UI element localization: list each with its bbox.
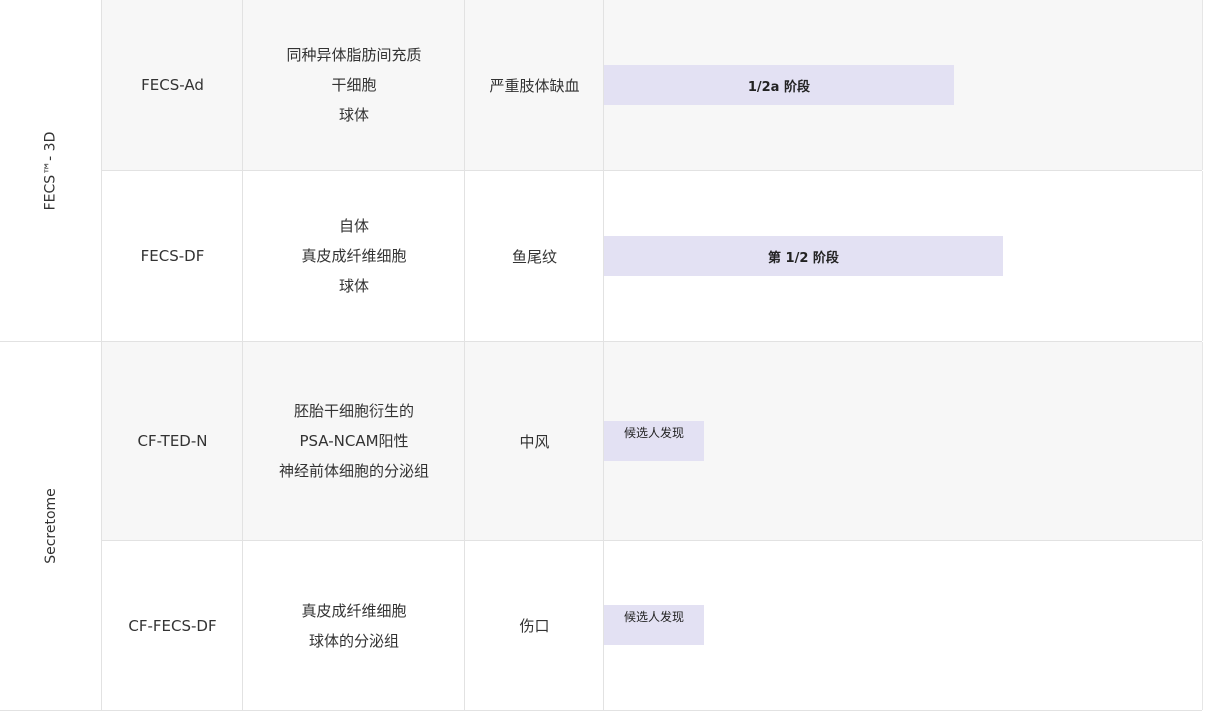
description-line: 神经前体细胞的分泌组: [278, 462, 429, 480]
product-description: 自体 真皮成纤维细胞 球体: [242, 171, 465, 341]
description-line: 真皮成纤维细胞: [301, 601, 407, 620]
product-description: 同种异体脂肪间充质 干细胞 球体: [242, 0, 465, 170]
product-code: CF-FECS-DF: [101, 541, 243, 710]
product-description: 胚胎干细胞衍生的 PSA-NCAM阳性 神经前体细胞的分泌组: [242, 342, 465, 540]
description-line: 真皮成纤维细胞: [301, 247, 407, 265]
indication: 中风: [464, 342, 604, 540]
table-row: CF-TED-N 胚胎干细胞衍生的 PSA-NCAM阳性 神经前体细胞的分泌组 …: [101, 342, 1203, 540]
table-row: CF-FECS-DF 真皮成纤维细胞 球体的分泌组 伤口 候选人发现: [101, 541, 1203, 710]
group-label-text: Secretome: [42, 488, 59, 564]
description-line: PSA-NCAM阳性: [299, 432, 409, 450]
table-row: FECS-Ad 同种异体脂肪间充质 干细胞 球体 严重肢体缺血 1/2a 阶段: [101, 0, 1203, 170]
stage-bar: 候选人发现: [604, 605, 705, 645]
indication: 严重肢体缺血: [464, 0, 604, 170]
progress-cell: 候选人发现: [603, 342, 1203, 540]
stage-bar: 1/2a 阶段: [604, 65, 954, 105]
description-line: 球体: [338, 277, 369, 295]
indication: 伤口: [464, 541, 604, 710]
description-line: 球体: [338, 106, 369, 124]
stage-label: 候选人发现: [624, 610, 685, 624]
stage-label: 第 1/2 阶段: [768, 250, 839, 266]
product-code: FECS-Ad: [101, 0, 243, 170]
description-line: 胚胎干细胞衍生的: [293, 402, 414, 420]
product-code: CF-TED-N: [101, 342, 243, 540]
stage-bar: 第 1/2 阶段: [604, 236, 1003, 276]
progress-cell: 候选人发现: [603, 541, 1203, 710]
group-label-secretome: Secretome: [0, 342, 101, 710]
stage-label: 1/2a 阶段: [747, 79, 810, 95]
group-label-fecs-3d: FECS™- 3D: [0, 0, 101, 341]
pipeline-table: FECS™- 3D Secretome FECS-Ad 同种异体脂肪间充质 干细…: [0, 0, 1205, 713]
group-label-text: FECS™- 3D: [42, 131, 59, 210]
table-row: FECS-DF 自体 真皮成纤维细胞 球体 鱼尾纹 第 1/2 阶段: [101, 171, 1203, 341]
stage-label: 候选人发现: [624, 426, 685, 440]
description-line: 自体: [338, 217, 369, 235]
indication: 鱼尾纹: [464, 171, 604, 341]
product-description: 真皮成纤维细胞 球体的分泌组: [242, 541, 465, 710]
description-line: 同种异体脂肪间充质: [286, 46, 422, 64]
description-line: 球体的分泌组: [308, 631, 399, 650]
product-code: FECS-DF: [101, 171, 243, 341]
progress-cell: 第 1/2 阶段: [603, 171, 1203, 341]
stage-bar: 候选人发现: [604, 421, 705, 461]
description-line: 干细胞: [331, 76, 377, 94]
progress-cell: 1/2a 阶段: [603, 0, 1203, 170]
table-bottom-border: [0, 710, 1202, 711]
